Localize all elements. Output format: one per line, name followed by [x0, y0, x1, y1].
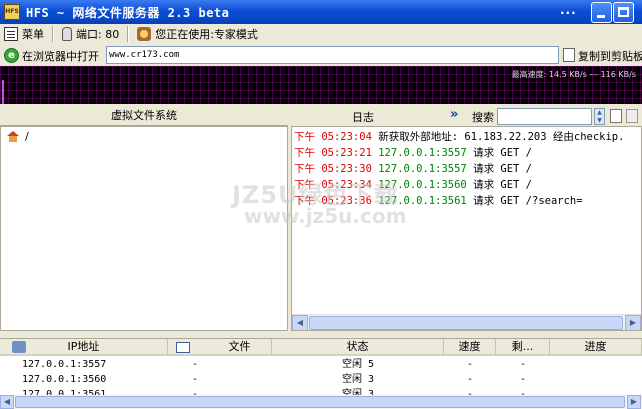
minimize-icon: [597, 15, 605, 18]
table-row[interactable]: 127.0.0.1:3560 - 空闲 3 - -: [0, 373, 642, 387]
url-field[interactable]: www.cr173.com: [106, 46, 559, 64]
scroll-left-icon[interactable]: ◀: [292, 315, 308, 330]
log-message: 请求 GET /: [473, 147, 533, 159]
vfs-tree[interactable]: /: [0, 126, 288, 331]
clear-log-icon[interactable]: [626, 109, 638, 123]
cell-file: -: [192, 359, 199, 370]
column-progress[interactable]: 进度: [550, 339, 642, 356]
log-time: 下午 05:23:04: [294, 131, 372, 143]
url-toolbar: e 在浏览器中打开 www.cr173.com 复制到剪贴板: [0, 44, 642, 66]
bandwidth-graph: 最高速度: 14.5 KB/s --- 116 KB/s: [0, 66, 642, 104]
log-header: 日志 » 搜索 ▲ ▼: [292, 107, 642, 126]
scroll-thumb[interactable]: [15, 396, 625, 408]
vfs-root-item[interactable]: /: [25, 130, 29, 143]
log-horizontal-scrollbar[interactable]: ◀ ▶: [292, 314, 641, 330]
open-browser-icon[interactable]: e: [4, 48, 19, 63]
menu-button[interactable]: 菜单: [0, 25, 48, 43]
table-horizontal-scrollbar[interactable]: ◀ ▶: [0, 395, 642, 409]
cell-remaining: -: [520, 374, 527, 385]
menu-label: 菜单: [22, 28, 44, 41]
port-button[interactable]: 端口: 80: [58, 25, 123, 43]
app-icon: HFS: [4, 4, 20, 20]
window-title: HFS ~ 网络文件服务器 2.3 beta: [26, 5, 230, 20]
log-address: 127.0.0.1:3557: [378, 147, 467, 159]
port-label: 端口: 80: [76, 28, 120, 41]
cell-remaining: -: [520, 359, 527, 370]
table-header: IP地址 文件 状态 速度 剩... 进度: [0, 339, 642, 356]
log-entry: 下午 05:23:21 127.0.0.1:3557 请求 GET /: [294, 146, 532, 161]
log-message: 请求 GET /?search=: [473, 195, 583, 207]
maximize-button[interactable]: [613, 2, 634, 23]
log-message: 新获取外部地址: 61.183.22.203 经由checkip.: [378, 131, 625, 143]
main-toolbar: 菜单 端口: 80 您正在使用:专家模式: [0, 24, 642, 44]
log-address: 127.0.0.1:3557: [378, 163, 467, 175]
cell-speed: -: [467, 374, 474, 385]
log-entry: 下午 05:23:04 新获取外部地址: 61.183.22.203 经由che…: [294, 130, 624, 145]
toolbar-divider: [52, 26, 54, 42]
scroll-thumb[interactable]: [309, 316, 623, 330]
column-speed[interactable]: 速度: [444, 339, 496, 356]
menu-icon: [4, 27, 18, 41]
log-time: 下午 05:23:21: [294, 147, 372, 159]
cell-ip: 127.0.0.1:3557: [22, 359, 107, 370]
connections-splitter[interactable]: [0, 331, 642, 338]
minimize-button[interactable]: [591, 2, 612, 23]
expand-arrow-icon[interactable]: »: [450, 107, 458, 122]
watermark: www.jz5u.com: [244, 204, 407, 228]
log-message: 请求 GET /: [473, 163, 533, 175]
cell-ip: 127.0.0.1:3560: [22, 374, 107, 385]
mode-label: 您正在使用:专家模式: [155, 28, 258, 41]
toolbar-divider: [127, 26, 130, 42]
graph-trace: [2, 80, 4, 104]
cell-file: -: [192, 374, 199, 385]
scroll-left-icon[interactable]: ◀: [0, 395, 14, 409]
home-icon: [7, 131, 19, 142]
search-input[interactable]: [497, 108, 592, 125]
log-title: 日志: [352, 111, 374, 124]
cell-status: 空闲 5: [342, 359, 375, 370]
cell-status: 空闲 3: [342, 374, 375, 385]
title-dots: ...: [560, 3, 577, 17]
port-icon: [62, 27, 72, 41]
column-status[interactable]: 状态: [272, 339, 444, 356]
mode-button[interactable]: 您正在使用:专家模式: [133, 25, 262, 43]
column-remaining[interactable]: 剩...: [496, 339, 550, 356]
cell-speed: -: [467, 359, 474, 370]
search-label: 搜索: [472, 111, 494, 124]
scroll-right-icon[interactable]: ▶: [625, 315, 641, 330]
title-bar: HFS HFS ~ 网络文件服务器 2.3 beta ...: [0, 0, 642, 24]
table-row[interactable]: 127.0.0.1:3557 - 空闲 5 - -: [0, 358, 642, 372]
log-time: 下午 05:23:30: [294, 163, 372, 175]
copy-log-icon[interactable]: [610, 109, 622, 123]
search-spinner[interactable]: ▲ ▼: [594, 108, 605, 125]
open-in-browser-button[interactable]: 在浏览器中打开: [22, 48, 99, 64]
graph-legend: 最高速度: 14.5 KB/s --- 116 KB/s: [511, 70, 636, 79]
maximize-icon: [618, 7, 629, 17]
clipboard-icon[interactable]: [563, 48, 575, 62]
copy-to-clipboard-button[interactable]: 复制到剪贴板: [578, 48, 642, 64]
expert-mode-icon: [137, 27, 152, 41]
scroll-right-icon[interactable]: ▶: [627, 395, 641, 409]
column-file[interactable]: 文件: [168, 339, 272, 356]
column-ip[interactable]: IP地址: [0, 339, 168, 356]
log-list[interactable]: 下午 05:23:04 新获取外部地址: 61.183.22.203 经由che…: [291, 126, 642, 331]
vfs-header: 虚拟文件系统: [0, 107, 288, 126]
log-message: 请求 GET /: [473, 179, 533, 191]
